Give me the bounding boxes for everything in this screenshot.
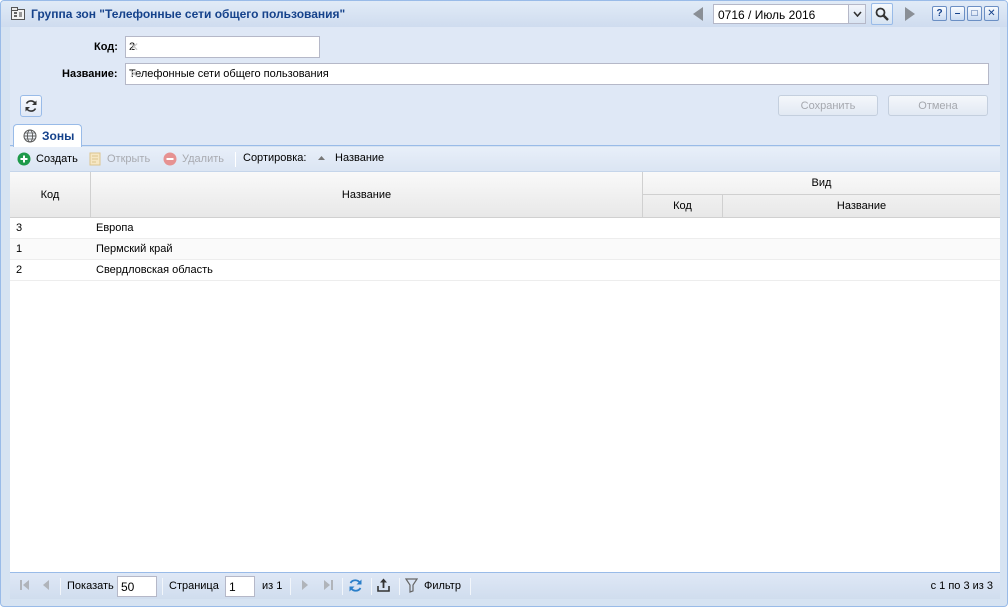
delete-label: Удалить (182, 153, 224, 165)
page-label: Страница (169, 580, 219, 592)
window-icon (11, 7, 25, 20)
edit-form: Код: 2 ✕ Название: Телефонные сети общег… (10, 27, 1000, 122)
open-label: Открыть (107, 153, 151, 165)
sort-asc-icon (318, 156, 325, 160)
plus-circle-icon (17, 152, 31, 166)
grid-header: Код Название Вид Код Название (10, 172, 1000, 218)
help-button[interactable]: ? (932, 6, 947, 21)
next-page-button[interactable] (300, 579, 310, 591)
window-title: Группа зон "Телефонные сети общего польз… (31, 7, 346, 21)
first-page-icon (20, 580, 29, 590)
table-row[interactable]: 2 Свердловская область (10, 260, 1000, 281)
next-page-icon (302, 580, 308, 590)
prev-page-button[interactable] (41, 579, 51, 591)
column-header-name[interactable]: Название (91, 172, 643, 217)
minimize-button[interactable]: – (950, 6, 965, 21)
pager-separator (162, 578, 163, 595)
refresh-button[interactable] (20, 95, 42, 117)
column-header-code[interactable]: Код (10, 172, 91, 217)
code-label: Код: (94, 41, 118, 53)
row-name: Европа (96, 222, 134, 234)
pager-separator (342, 578, 343, 595)
clear-icon[interactable]: ✕ (129, 67, 983, 81)
pager-separator (399, 578, 400, 595)
clear-icon[interactable]: ✕ (129, 40, 314, 54)
period-search-button[interactable] (871, 3, 893, 25)
cancel-button[interactable]: Отмена (888, 95, 988, 116)
next-period-button[interactable] (901, 5, 919, 23)
toolbar-separator (235, 152, 236, 167)
code-field[interactable]: 2 ✕ (125, 36, 320, 58)
filter-label: Фильтр (424, 579, 461, 592)
maximize-button[interactable]: □ (967, 6, 982, 21)
sort-label: Сортировка: (243, 152, 307, 164)
filter-icon (405, 578, 418, 593)
create-button[interactable]: Создать (17, 152, 78, 166)
triangle-left-icon (693, 7, 703, 21)
page-size-input[interactable]: 50 (117, 576, 157, 597)
minus-circle-icon (163, 152, 177, 166)
column-header-kind-code[interactable]: Код (643, 195, 723, 217)
pager-separator (470, 578, 471, 595)
title-bar: Группа зон "Телефонные сети общего польз… (1, 1, 1007, 27)
grid-toolbar: Создать Открыть Удалить Сортировка: Назв… (10, 147, 1000, 172)
refresh-icon (25, 100, 37, 112)
dialog-window: Группа зон "Телефонные сети общего польз… (0, 0, 1008, 607)
column-group-kind: Вид (643, 172, 1000, 195)
tab-zones[interactable]: Зоны (13, 124, 82, 147)
close-button[interactable]: ✕ (984, 6, 999, 21)
prev-page-icon (43, 580, 49, 590)
paging-toolbar: Показать 50 Страница 1 из 1 Фильтр с 1 п… (10, 572, 1000, 599)
paging-summary: с 1 по 3 из 3 (930, 580, 993, 592)
row-code: 3 (16, 222, 23, 234)
pager-separator (290, 578, 291, 595)
triangle-right-icon (905, 7, 915, 21)
chevron-down-icon[interactable] (848, 5, 865, 23)
search-icon (875, 7, 889, 21)
period-select[interactable]: 0716 / Июль 2016 (713, 4, 866, 24)
last-page-icon (324, 580, 333, 590)
pager-separator (60, 578, 61, 595)
reload-icon (349, 579, 362, 592)
row-name: Свердловская область (96, 264, 213, 276)
export-button[interactable] (376, 578, 391, 593)
row-code: 1 (16, 243, 23, 255)
sort-button[interactable]: Название (317, 152, 384, 164)
row-name: Пермский край (96, 243, 173, 255)
open-button[interactable]: Открыть (88, 152, 150, 166)
pager-separator (371, 578, 372, 595)
document-icon (89, 152, 101, 166)
grid-body: 3 Европа 1 Пермский край 2 Свердловская … (10, 218, 1000, 572)
last-page-button[interactable] (322, 579, 334, 591)
export-icon (377, 578, 390, 592)
save-button[interactable]: Сохранить (778, 95, 878, 116)
period-value: 0716 / Июль 2016 (718, 8, 816, 22)
sort-field-label: Название (335, 152, 385, 164)
name-label: Название: (62, 68, 118, 80)
create-label: Создать (36, 153, 78, 165)
page-size-label: Показать (67, 580, 114, 592)
table-row[interactable]: 3 Европа (10, 218, 1000, 239)
globe-icon (23, 129, 37, 143)
prev-period-button[interactable] (689, 5, 707, 23)
reload-button[interactable] (348, 578, 363, 593)
page-number-input[interactable]: 1 (225, 576, 255, 597)
delete-button[interactable]: Удалить (163, 152, 224, 166)
row-code: 2 (16, 264, 23, 276)
name-field[interactable]: Телефонные сети общего пользования ✕ (125, 63, 989, 85)
column-header-kind-name[interactable]: Название (723, 195, 1000, 217)
tab-zones-label: Зоны (42, 129, 75, 143)
page-count-label: из 1 (262, 580, 283, 592)
filter-button[interactable]: Фильтр (405, 578, 461, 593)
table-row[interactable]: 1 Пермский край (10, 239, 1000, 260)
first-page-button[interactable] (19, 579, 31, 591)
tab-strip: Зоны (10, 122, 1000, 147)
